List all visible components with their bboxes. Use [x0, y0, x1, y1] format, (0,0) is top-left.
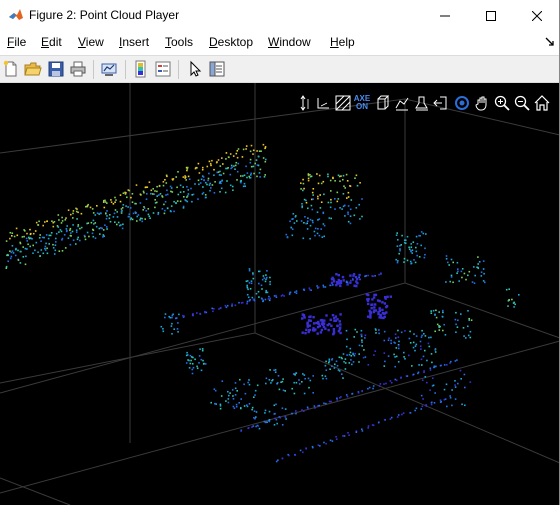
new-figure-icon[interactable]: [2, 60, 20, 78]
minimize-button[interactable]: [422, 0, 468, 31]
figure-toolbar: [0, 55, 560, 83]
pan-icon[interactable]: [474, 95, 490, 111]
menu-insert[interactable]: Insert: [119, 35, 149, 49]
property-inspector-icon[interactable]: [208, 60, 226, 78]
title-bar: Figure 2: Point Cloud Player: [0, 0, 560, 31]
restore-view-icon[interactable]: [432, 95, 448, 111]
link-plot-icon[interactable]: [100, 60, 118, 78]
menu-desktop[interactable]: Desktop: [209, 35, 253, 49]
zoom-in-icon[interactable]: [494, 95, 510, 111]
menu-view[interactable]: View: [78, 35, 104, 49]
toolbar-separator: [93, 60, 94, 79]
rotate-icon[interactable]: [454, 95, 470, 111]
colorbar-icon[interactable]: [132, 60, 150, 78]
open-folder-icon[interactable]: [24, 60, 42, 78]
axes-toggle-icon[interactable]: AXE ON: [353, 95, 371, 111]
pointer-icon[interactable]: [186, 60, 204, 78]
ground-plane-icon[interactable]: [315, 95, 331, 111]
point-cloud-canvas[interactable]: [0, 83, 560, 505]
toolbar-separator: [178, 60, 179, 79]
zoom-out-icon[interactable]: [514, 95, 530, 111]
minimize-icon: [440, 15, 450, 16]
maximize-button[interactable]: [468, 0, 514, 31]
color-source-icon[interactable]: [394, 95, 410, 111]
axes-toggle-label-bottom: ON: [356, 102, 368, 111]
point-cloud-axes[interactable]: AXE ON: [0, 83, 560, 505]
matlab-logo-icon: [9, 9, 23, 20]
legend-icon[interactable]: [154, 60, 172, 78]
vertical-axis-icon[interactable]: [297, 95, 313, 111]
view-icon[interactable]: [375, 95, 391, 111]
print-icon[interactable]: [69, 60, 87, 78]
close-button[interactable]: [514, 0, 560, 31]
clip-icon[interactable]: [414, 95, 430, 111]
background-color-icon[interactable]: [335, 95, 351, 111]
menu-tools[interactable]: Tools: [165, 35, 193, 49]
save-icon[interactable]: [47, 60, 65, 78]
menu-edit[interactable]: Edit: [41, 35, 62, 49]
window-title: Figure 2: Point Cloud Player: [29, 8, 180, 22]
maximize-icon: [486, 10, 496, 21]
dock-arrow-icon[interactable]: [545, 36, 555, 46]
home-icon[interactable]: [534, 95, 550, 111]
menu-window[interactable]: Window: [268, 35, 311, 49]
toolbar-separator: [125, 60, 126, 79]
menu-bar: File Edit View Insert Tools Desktop Wind…: [0, 31, 560, 53]
menu-help[interactable]: Help: [330, 35, 355, 49]
close-icon: [532, 10, 542, 21]
menu-file[interactable]: File: [7, 35, 26, 49]
